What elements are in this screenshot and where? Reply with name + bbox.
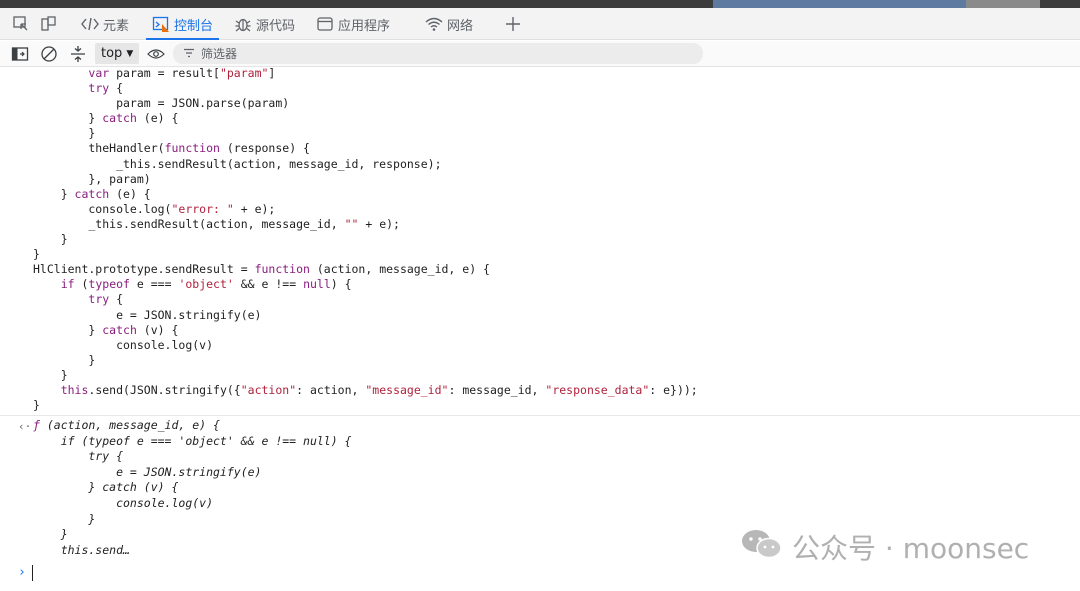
caret-down-icon: ▼ — [126, 48, 134, 59]
watermark-text: 公众号 · moonsec — [792, 532, 1030, 565]
watermark: 公众号 · moonsec — [740, 529, 1030, 565]
code-line: try { — [88, 81, 124, 96]
console-output[interactable]: var param = result["param"] try { param … — [0, 66, 1080, 591]
context-label: top — [101, 46, 123, 61]
result-line: e = JSON.stringify(e) — [33, 464, 262, 479]
tab-sources[interactable]: 源代码 — [234, 8, 295, 40]
tab-sources-label: 源代码 — [256, 18, 296, 34]
code-line: HlClient.prototype.sendResult = function… — [33, 262, 490, 277]
result-arrow-icon: ‹· — [18, 420, 32, 433]
bug-icon — [234, 15, 252, 33]
result-signature: ƒ (action, message_id, e) { — [33, 418, 220, 432]
console-input-cursor[interactable] — [32, 565, 33, 581]
code-line: e = JSON.stringify(e) — [33, 307, 262, 322]
code-line: } — [33, 367, 68, 382]
tab-network[interactable]: 网络 — [425, 8, 473, 40]
code-line: } — [33, 126, 96, 141]
filter-input[interactable]: 筛选器 — [173, 43, 703, 64]
code-line: theHandler(function (response) { — [33, 141, 310, 156]
tab-application-label: 应用程序 — [338, 18, 391, 34]
tab-console-label: 控制台 — [174, 18, 214, 34]
result-line: this.send… — [33, 542, 130, 557]
result-line: } catch (v) { — [33, 480, 179, 495]
code-line: } — [33, 247, 40, 262]
code-line: } — [33, 232, 68, 247]
console-icon — [152, 15, 170, 33]
result-line: } — [33, 511, 96, 526]
app-window-icon — [316, 15, 334, 33]
context-selector[interactable]: top ▼ — [95, 43, 140, 64]
code-brackets-icon — [81, 15, 99, 33]
result-line: if (typeof e === 'object' && e !== null)… — [33, 433, 352, 448]
function-f-icon: ƒ — [33, 418, 40, 432]
evaluation-result[interactable]: ƒ (action, message_id, e) { if (typeof e… — [33, 418, 733, 558]
source-code-block: var param = result["param"] try { param … — [33, 66, 1073, 413]
code-line: var param = result["param"] — [88, 66, 276, 80]
code-line: console.log("error: " + e); — [33, 201, 276, 216]
add-tab-plus-icon[interactable] — [503, 14, 523, 34]
window-top-strip — [0, 0, 1080, 8]
filter-placeholder: 筛选器 — [201, 47, 238, 61]
code-line: _this.sendResult(action, message_id, res… — [33, 156, 442, 171]
code-line: try { — [88, 292, 124, 307]
code-line: _this.sendResult(action, message_id, "" … — [33, 216, 400, 231]
code-line: param = JSON.parse(param) — [33, 96, 290, 111]
filter-icon — [183, 47, 195, 61]
code-line: } catch (e) { — [33, 186, 151, 201]
tab-elements-label: 元素 — [103, 18, 130, 34]
prompt-chevron-icon: › — [18, 565, 26, 580]
clear-console-icon[interactable] — [40, 45, 58, 63]
message-separator — [0, 415, 1080, 416]
collapse-icon[interactable] — [69, 45, 87, 63]
result-line: try { — [33, 449, 124, 464]
wifi-icon — [425, 15, 443, 33]
code-line: if (typeof e === 'object' && e !== null)… — [60, 277, 352, 292]
code-line: }, param) — [33, 171, 151, 186]
console-toolbar: top ▼ 筛选器 — [0, 41, 1080, 67]
top-strip-blue — [713, 0, 966, 8]
result-line: console.log(v) — [33, 495, 214, 510]
code-line: } — [33, 352, 96, 367]
code-line: } catch (v) { — [33, 322, 179, 337]
live-expression-eye-icon[interactable] — [147, 45, 165, 63]
code-line: console.log(v) — [33, 337, 214, 352]
top-strip-gray — [966, 0, 1040, 8]
tab-console[interactable]: 控制台 — [145, 8, 220, 40]
result-line: } — [33, 527, 68, 542]
code-line: } — [33, 398, 40, 413]
code-line: } catch (e) { — [33, 111, 179, 126]
tab-application[interactable]: 应用程序 — [316, 8, 390, 40]
tab-network-label: 网络 — [447, 18, 474, 34]
inspect-element-icon[interactable] — [11, 14, 31, 34]
devtools-tabbar: 元素 控制台 源代码 应用程序 网络 — [0, 8, 1080, 40]
code-line: this.send(JSON.stringify({"action": acti… — [60, 382, 698, 397]
tab-elements[interactable]: 元素 — [81, 8, 129, 40]
result-body: if (typeof e === 'object' && e !== null)… — [33, 434, 733, 559]
sidebar-toggle-icon[interactable] — [11, 45, 29, 63]
device-toolbar-icon[interactable] — [38, 14, 58, 34]
wechat-logo-icon — [740, 527, 784, 568]
